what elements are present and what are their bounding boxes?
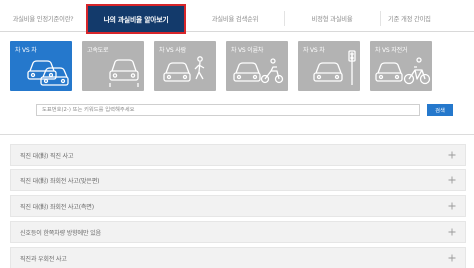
plus-icon[interactable]	[447, 227, 457, 237]
highway-icon	[109, 59, 139, 87]
accordion-item-label: 직진 대(對) 좌회전 사고(맞은편)	[20, 177, 100, 185]
accordion-item[interactable]: 직진과 우회전 사고	[10, 247, 466, 268]
tab-search-ranking[interactable]: 과실비율 검색순위	[186, 5, 284, 32]
tab-atypical-fault-ratio[interactable]: 비정형 과실비율	[284, 5, 380, 32]
accordion-item-label: 직진과 우회전 사고	[20, 255, 67, 263]
tab-revision-summary[interactable]: 기준 개정 간이집	[380, 5, 474, 32]
section-divider	[0, 134, 474, 135]
car-vs-motorcycle-icon	[233, 58, 284, 84]
road-scene-icon	[313, 50, 356, 85]
plus-icon[interactable]	[447, 175, 457, 185]
search-bar: 검색	[36, 104, 453, 116]
car-vs-bicycle-icon	[375, 57, 431, 85]
tab-bar: 과실비율 인정기준이란? 나의 과실비율 알아보기 과실비율 검색순위 비정형 …	[0, 4, 474, 34]
accordion-item[interactable]: 직진 대(對) 좌회전 사고(측면)	[10, 195, 466, 217]
search-button[interactable]: 검색	[427, 104, 453, 116]
plus-icon[interactable]	[447, 150, 457, 160]
category-card-car-vs-pedestrian[interactable]: 차 VS 사람	[154, 41, 216, 91]
accordion-item-label: 직진 대(對) 좌회전 사고(측면)	[20, 203, 94, 211]
category-card-car-vs-car[interactable]: 차 VS 차	[10, 41, 72, 91]
accordion-item[interactable]: 직진 대(對) 좌회전 사고(맞은편)	[10, 169, 466, 191]
car-vs-pedestrian-icon	[163, 56, 205, 82]
category-card-car-vs-bicycle[interactable]: 차 VS 자전거	[370, 41, 432, 91]
category-card-highway[interactable]: 고속도로	[82, 41, 144, 91]
plus-icon[interactable]	[447, 201, 457, 211]
accordion-item-label: 직진 대(對) 직진 사고	[20, 152, 74, 160]
accordion-item[interactable]: 신호등이 한쪽차량 방향에만 있음	[10, 221, 466, 243]
plus-icon[interactable]	[447, 253, 457, 263]
accident-category-cards: 차 VS 차 고속도로 차 VS 사람 차 VS 이륜차 자 VS 차 차 VS…	[10, 41, 473, 91]
category-card-car-vs-motorcycle[interactable]: 차 VS 이륜차	[226, 41, 288, 91]
category-card-road-scene[interactable]: 자 VS 차	[298, 41, 360, 91]
tab-my-fault-ratio[interactable]: 나의 과실비율 알아보기	[86, 4, 186, 34]
tab-fault-ratio-criteria[interactable]: 과실비율 인정기준이란?	[0, 5, 86, 32]
car-vs-car-icon	[27, 60, 69, 86]
accordion-item-label: 신호등이 한쪽차량 방향에만 있음	[20, 229, 101, 237]
accordion-item[interactable]: 직진 대(對) 직진 사고	[10, 144, 466, 166]
search-input[interactable]	[36, 104, 420, 116]
